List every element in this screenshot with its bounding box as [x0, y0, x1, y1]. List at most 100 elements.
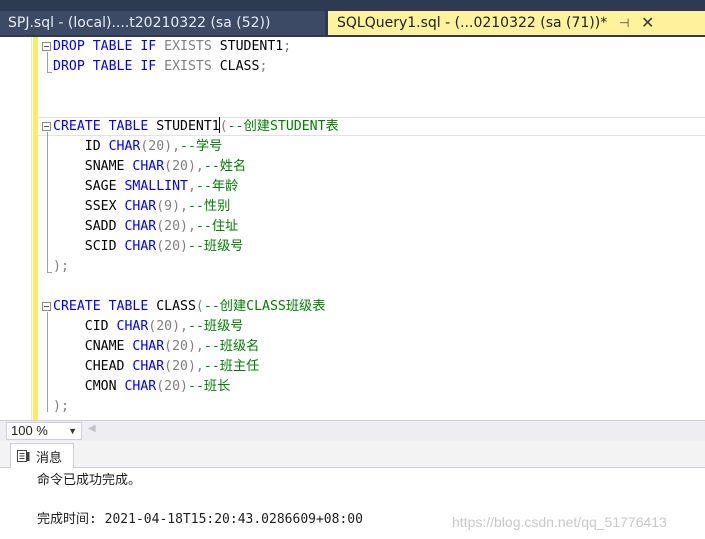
code-line[interactable]: CHEAD CHAR(20),--班主任: [53, 357, 260, 377]
sql-punctuation: ;: [259, 59, 268, 74]
sql-punctuation: (20),: [156, 219, 196, 234]
zoom-value: 100 %: [11, 423, 48, 438]
collapse-icon[interactable]: [42, 302, 51, 311]
sql-keyword: CHAR: [124, 219, 157, 234]
sql-punctuation: (20),: [148, 319, 188, 334]
sql-punctuation: );: [53, 399, 69, 414]
tab-messages[interactable]: 消息: [10, 443, 74, 468]
code-line[interactable]: );: [53, 397, 69, 417]
change-indicator: [33, 117, 38, 420]
sql-punctuation: (20),: [164, 359, 204, 374]
code-line[interactable]: SNAME CHAR(20),--姓名: [53, 157, 246, 177]
sql-comment: --班级名: [203, 339, 260, 354]
messages-icon: [17, 450, 30, 462]
sql-comment: --姓名: [203, 159, 247, 174]
sql-punctuation: EXISTS: [164, 59, 220, 74]
sql-punctuation: );: [53, 259, 69, 274]
sql-punctuation: (20),: [164, 159, 204, 174]
sql-comment: --学号: [180, 139, 223, 154]
sql-identifier: SCID: [53, 239, 125, 254]
sql-keyword: CHAR: [116, 319, 149, 334]
sql-keyword: CHAR: [132, 339, 165, 354]
completion-time: 完成时间: 2021-04-18T15:20:43.0286609+08:00: [37, 512, 363, 527]
sql-identifier: STUDENT1: [219, 39, 284, 54]
scroll-left-icon[interactable]: ◀: [88, 423, 96, 434]
outline-end: [47, 272, 52, 273]
sql-identifier: CHEAD: [53, 359, 133, 374]
sql-punctuation: (20),: [164, 339, 204, 354]
code-line[interactable]: SSEX CHAR(9),--性别: [53, 197, 231, 217]
result-message: 命令已成功完成。: [37, 473, 142, 488]
sql-keyword: DROP TABLE IF: [53, 59, 165, 74]
code-line[interactable]: DROP TABLE IF EXISTS CLASS;: [53, 57, 267, 77]
code-line[interactable]: ID CHAR(20),--学号: [53, 137, 223, 157]
sql-keyword: CHAR: [108, 139, 141, 154]
sql-comment: --住址: [195, 219, 239, 234]
code-line[interactable]: SADD CHAR(20),--住址: [53, 217, 238, 237]
document-tab-strip: SPJ.sql - (local)....t20210322 (sa (52))…: [0, 0, 705, 37]
change-indicator: [33, 37, 38, 117]
sql-comment: --创建CLASS班级表: [203, 299, 326, 314]
collapse-icon[interactable]: [42, 42, 51, 51]
code-line[interactable]: CREATE TABLE CLASS(--创建CLASS班级表: [53, 297, 325, 317]
sql-punctuation: EXISTS: [164, 39, 220, 54]
sql-identifier: SADD: [53, 219, 125, 234]
sql-punctuation: (20): [156, 379, 188, 394]
tab-sqlquery1-sql[interactable]: SQLQuery1.sql - (...0210322 (sa (71))* ⊣…: [328, 11, 705, 35]
tab-label: SQLQuery1.sql - (...0210322 (sa (71))*: [337, 15, 608, 31]
sql-comment: --性别: [188, 199, 231, 214]
sql-editor[interactable]: DROP TABLE IF EXISTS STUDENT1; DROP TABLE…: [0, 37, 705, 420]
zoom-bar: 100 % ▼ ◀: [0, 420, 705, 441]
collapse-icon[interactable]: [42, 122, 51, 131]
sql-keyword: CHAR: [124, 239, 157, 254]
sql-identifier: SSEX: [53, 199, 125, 214]
sql-keyword: CHAR: [124, 379, 157, 394]
sql-identifier: CNAME: [53, 339, 133, 354]
sql-identifier: CLASS: [156, 299, 196, 314]
gutter-divider: [31, 37, 32, 420]
sql-identifier: CID: [53, 319, 117, 334]
outline-end: [47, 72, 52, 73]
sql-keyword: CHAR: [132, 159, 165, 174]
outline-line: [47, 312, 48, 412]
sql-identifier: STUDENT1: [156, 119, 220, 134]
tab-label: SPJ.sql - (local)....t20210322 (sa (52)): [8, 15, 271, 31]
sql-punctuation: (20): [156, 239, 188, 254]
sql-keyword: DROP TABLE IF: [53, 39, 165, 54]
pin-icon[interactable]: ⊣: [619, 11, 629, 35]
sql-punctuation: (: [219, 119, 228, 134]
sql-identifier: SNAME: [53, 159, 133, 174]
sql-comment: --班主任: [203, 359, 260, 374]
code-line[interactable]: );: [53, 257, 69, 277]
outline-line: [47, 52, 48, 72]
code-line[interactable]: CNAME CHAR(20),--班级名: [53, 337, 260, 357]
sql-comment: --班长: [188, 379, 231, 394]
results-tab-strip: 消息: [0, 441, 705, 468]
code-line[interactable]: SCID CHAR(20)--班级号: [53, 237, 244, 257]
sql-identifier: ID: [53, 139, 109, 154]
zoom-dropdown[interactable]: 100 % ▼: [6, 422, 82, 440]
sql-keyword: CHAR: [132, 359, 165, 374]
code-line[interactable]: CREATE TABLE STUDENT1(--创建STUDENT表: [53, 117, 339, 137]
sql-identifier: CLASS: [219, 59, 260, 74]
sql-keyword: CREATE TABLE: [53, 299, 157, 314]
sql-comment: --年龄: [195, 179, 239, 194]
code-line[interactable]: SAGE SMALLINT,--年龄: [53, 177, 238, 197]
watermark-text: https://blog.csdn.net/qq_51776413: [452, 514, 667, 530]
sql-identifier: SAGE: [53, 179, 125, 194]
sql-punctuation: ;: [283, 39, 292, 54]
sql-identifier: CMON: [53, 379, 125, 394]
outline-line: [47, 132, 48, 272]
sql-punctuation: ,: [188, 179, 196, 194]
close-icon[interactable]: ✕: [641, 11, 654, 35]
sql-keyword: SMALLINT: [124, 179, 188, 194]
code-line[interactable]: CMON CHAR(20)--班长: [53, 377, 231, 397]
code-line[interactable]: CID CHAR(20),--班级号: [53, 317, 244, 337]
code-line[interactable]: DROP TABLE IF EXISTS STUDENT1;: [53, 37, 291, 57]
sql-keyword: CHAR: [124, 199, 157, 214]
sql-keyword: CREATE TABLE: [53, 119, 157, 134]
sql-comment: --班级号: [188, 319, 244, 334]
sql-punctuation: (9),: [156, 199, 188, 214]
tab-spj-sql[interactable]: SPJ.sql - (local)....t20210322 (sa (52)): [0, 11, 326, 35]
sql-punctuation: (: [195, 299, 204, 314]
